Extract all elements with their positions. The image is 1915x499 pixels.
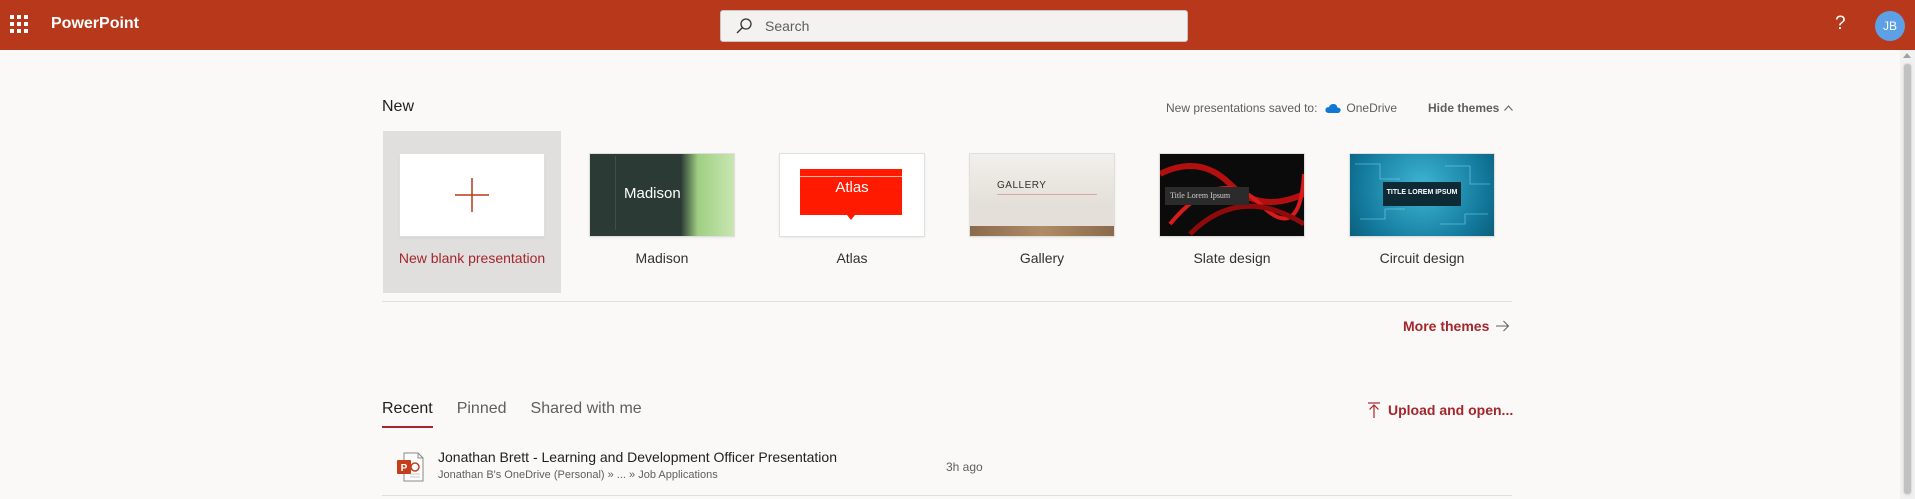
file-name[interactable]: Jonathan Brett - Learning and Developmen…	[438, 449, 837, 465]
scrollbar[interactable]	[1900, 50, 1915, 499]
plus-icon	[455, 178, 489, 212]
more-themes-link[interactable]: More themes	[1403, 318, 1510, 334]
search-input[interactable]	[763, 17, 1167, 35]
template-circuit[interactable]: TITLE LOREM IPSUM Circuit design	[1333, 131, 1511, 293]
template-thumbnail: Atlas	[780, 154, 924, 236]
more-themes-label: More themes	[1403, 318, 1490, 334]
template-label: Slate design	[1193, 250, 1271, 266]
help-icon[interactable]: ?	[1835, 13, 1846, 35]
template-label: Gallery	[1019, 250, 1065, 266]
powerpoint-file-icon: P	[397, 452, 424, 482]
avatar[interactable]: JB	[1875, 11, 1905, 41]
template-gallery[interactable]: GALLERY Gallery	[953, 131, 1131, 293]
search-icon	[736, 18, 752, 34]
template-new-blank[interactable]: New blank presentation	[383, 131, 561, 293]
template-label: Madison	[635, 250, 689, 266]
template-thumb-text: GALLERY	[997, 180, 1047, 191]
saved-to-location[interactable]: OneDrive	[1346, 101, 1397, 115]
scroll-up-icon[interactable]	[1903, 53, 1911, 58]
svg-text:P: P	[401, 463, 408, 474]
file-tabs: Recent Pinned Shared with me	[382, 400, 666, 428]
new-section-title: New	[382, 98, 415, 115]
upload-icon	[1368, 402, 1380, 418]
tab-shared-with-me[interactable]: Shared with me	[531, 400, 642, 428]
template-label: Circuit design	[1379, 250, 1465, 266]
app-name[interactable]: PowerPoint	[51, 15, 139, 33]
upload-label: Upload and open...	[1388, 402, 1514, 418]
template-thumbnail: TITLE LOREM IPSUM	[1350, 154, 1494, 236]
arrow-right-icon	[1496, 320, 1510, 332]
template-thumbnail: Madison	[590, 154, 734, 236]
upload-and-open-button[interactable]: Upload and open...	[1368, 402, 1513, 418]
hide-themes-label: Hide themes	[1428, 101, 1500, 115]
file-path: Jonathan B's OneDrive (Personal) » ... »…	[438, 469, 718, 481]
chevron-up-icon	[1504, 105, 1514, 111]
tab-pinned[interactable]: Pinned	[457, 400, 507, 428]
tab-recent[interactable]: Recent	[382, 400, 433, 428]
saved-to-label: New presentations saved to:	[1166, 101, 1318, 115]
saved-to-info: New presentations saved to: OneDrive	[1166, 101, 1397, 115]
scrollbar-thumb[interactable]	[1904, 64, 1911, 494]
top-bar: PowerPoint ? JB	[0, 0, 1915, 50]
table-row[interactable]: P Jonathan Brett - Learning and Developm…	[382, 444, 1512, 496]
hide-themes-button[interactable]: Hide themes	[1428, 101, 1514, 115]
file-modified-time: 3h ago	[946, 460, 983, 474]
template-thumb-text: TITLE LOREM IPSUM	[1386, 189, 1458, 196]
template-label: Atlas	[836, 250, 868, 266]
template-thumbnail	[400, 154, 544, 236]
template-madison[interactable]: Madison Madison	[573, 131, 751, 293]
template-thumb-text: Madison	[624, 185, 681, 202]
template-atlas[interactable]: Atlas Atlas	[763, 131, 941, 293]
template-thumb-text: Title Lorem Ipsum	[1170, 191, 1231, 200]
template-thumbnail: GALLERY	[970, 154, 1114, 236]
onedrive-icon	[1325, 103, 1341, 113]
template-thumb-text: Atlas	[835, 179, 869, 196]
section-divider	[382, 301, 1512, 302]
app-launcher-icon[interactable]	[10, 15, 28, 33]
template-thumbnail: Title Lorem Ipsum	[1160, 154, 1304, 236]
template-slate[interactable]: Title Lorem Ipsum Slate design	[1143, 131, 1321, 293]
template-label: New blank presentation	[398, 250, 546, 266]
search-box[interactable]	[720, 10, 1188, 42]
